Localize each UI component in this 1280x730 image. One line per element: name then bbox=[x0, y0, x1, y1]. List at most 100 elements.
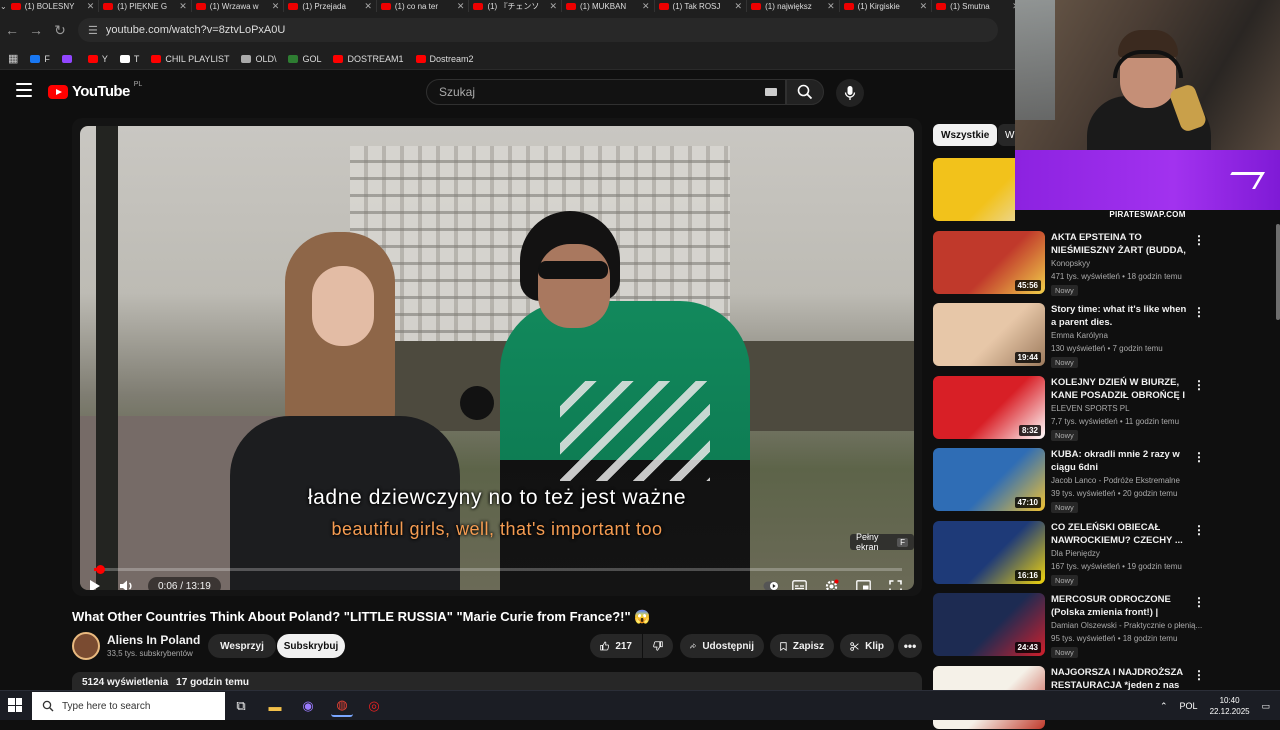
discord-icon[interactable]: ◉ bbox=[297, 695, 319, 717]
more-vertical-icon[interactable]: ⋮ bbox=[1193, 668, 1205, 682]
close-tab-icon[interactable]: ✕ bbox=[642, 1, 650, 12]
dislike-button[interactable] bbox=[643, 634, 673, 658]
close-tab-icon[interactable]: ✕ bbox=[549, 1, 557, 12]
play-button[interactable] bbox=[84, 575, 106, 590]
recommendation-channel[interactable]: Konopskyy bbox=[1051, 259, 1090, 268]
subscribe-button[interactable]: Subskrybuj bbox=[277, 634, 345, 658]
browser-tab[interactable]: (1) Kirgiskie ✕ bbox=[840, 0, 933, 12]
sidebar-scrollbar[interactable] bbox=[1276, 224, 1280, 320]
browser-tab[interactable]: (1) BOLESNY ✕ bbox=[7, 0, 100, 12]
notification-icon[interactable]: ▭ bbox=[1262, 701, 1271, 712]
youtube-logo[interactable]: YouTube PL bbox=[48, 81, 142, 100]
address-bar[interactable]: ☰ youtube.com/watch?v=8ztvLoPxA0U bbox=[78, 18, 998, 42]
recommendation-item[interactable]: 8:32 KOLEJNY DZIEŃ W BIURZE, KANE POSADZI… bbox=[933, 375, 1205, 441]
forward-icon[interactable]: → bbox=[24, 18, 48, 42]
apps-grid-icon[interactable]: ▦ bbox=[8, 52, 18, 65]
recommendation-channel[interactable]: Damian Olszewski - Praktycznie o płenią.… bbox=[1051, 621, 1202, 630]
chrome-icon[interactable]: ◍ bbox=[331, 695, 353, 717]
windows-start-icon[interactable] bbox=[8, 698, 22, 712]
like-button[interactable]: 217 bbox=[590, 634, 642, 658]
recommendation-channel[interactable]: ELEVEN SPORTS PL bbox=[1051, 404, 1130, 413]
recommendation-item[interactable]: 16:16 CO ZELEŃSKI OBIECAŁ NAWROCKIEMU? CZ… bbox=[933, 520, 1205, 586]
keyboard-icon[interactable] bbox=[765, 88, 777, 96]
close-tab-icon[interactable]: ✕ bbox=[827, 1, 835, 12]
close-tab-icon[interactable]: ✕ bbox=[457, 1, 465, 12]
progress-bar[interactable] bbox=[94, 565, 902, 574]
recommendation-title[interactable]: KUBA: okradli mnie 2 razy w ciągu 6dni bbox=[1051, 448, 1189, 474]
search-button[interactable] bbox=[786, 79, 824, 105]
reload-icon[interactable]: ↻ bbox=[48, 18, 72, 42]
browser-tab[interactable]: (1) Wrzawa w ✕ bbox=[192, 0, 285, 12]
fullscreen-button[interactable] bbox=[884, 575, 906, 590]
voice-search-button[interactable] bbox=[836, 79, 864, 107]
video-thumbnail[interactable]: 8:32 bbox=[933, 375, 1045, 439]
browser-tab[interactable]: (1) Przejada ✕ bbox=[284, 0, 377, 12]
recommendation-item[interactable]: 45:56 AKTA EPSTEINA TO NIEŚMIESZNY ŻART (… bbox=[933, 230, 1205, 296]
more-vertical-icon[interactable]: ⋮ bbox=[1193, 233, 1205, 247]
browser-tab[interactable]: (1) MUKBAN ✕ bbox=[562, 0, 655, 12]
bookmark-item[interactable] bbox=[61, 54, 76, 63]
video-thumbnail[interactable]: 45:56 bbox=[933, 230, 1045, 294]
save-button[interactable]: Zapisz bbox=[770, 634, 834, 658]
recommendation-item[interactable]: 24:43 MERCOSUR ODROCZONE (Polska zmienia … bbox=[933, 593, 1205, 658]
video-thumbnail[interactable]: 47:10 bbox=[933, 448, 1045, 511]
miniplayer-button[interactable] bbox=[852, 575, 874, 590]
browser-tab[interactable]: (1) co na ter ✕ bbox=[377, 0, 470, 12]
autoplay-toggle[interactable] bbox=[760, 575, 782, 590]
back-icon[interactable]: ← bbox=[0, 18, 24, 42]
more-vertical-icon[interactable]: ⋮ bbox=[1193, 305, 1205, 319]
bookmark-item[interactable]: T bbox=[119, 54, 139, 64]
browser-tab[interactable]: (1) 『チェンソー ✕ bbox=[469, 0, 562, 12]
chip-all[interactable]: Wszystkie bbox=[933, 124, 998, 146]
video-thumbnail[interactable]: 19:44 bbox=[933, 303, 1045, 366]
bookmark-item[interactable]: CHIL PLAYLIST bbox=[151, 54, 229, 64]
more-vertical-icon[interactable]: ⋮ bbox=[1193, 378, 1205, 392]
recommendation-item[interactable]: 47:10 KUBA: okradli mnie 2 razy w ciągu 6… bbox=[933, 448, 1205, 513]
recommendation-channel[interactable]: Jacob Lanco - Podróże Ekstremalne bbox=[1051, 476, 1180, 485]
recommendation-title[interactable]: AKTA EPSTEINA TO NIEŚMIESZNY ŻART (BUDDA… bbox=[1051, 231, 1189, 257]
recommendation-title[interactable]: MERCOSUR ODROCZONE (Polska zmienia front… bbox=[1051, 593, 1189, 619]
recommendation-channel[interactable]: Dla Pieniędzy bbox=[1051, 549, 1100, 558]
captions-button[interactable] bbox=[788, 575, 810, 590]
file-explorer-icon[interactable]: ▬ bbox=[264, 695, 286, 717]
video-player[interactable]: ładne dziewczyny no to też jest ważne be… bbox=[72, 118, 922, 596]
video-frame[interactable]: ładne dziewczyny no to też jest ważne be… bbox=[80, 126, 914, 590]
close-tab-icon[interactable]: ✕ bbox=[364, 1, 372, 12]
close-tab-icon[interactable]: ✕ bbox=[179, 1, 187, 12]
recommendation-title[interactable]: KOLEJNY DZIEŃ W BIURZE, KANE POSADZIŁ OB… bbox=[1051, 376, 1189, 402]
clip-button[interactable]: Klip bbox=[840, 634, 894, 658]
bookmark-item[interactable]: DOSTREAM1 bbox=[333, 54, 404, 64]
more-vertical-icon[interactable]: ⋮ bbox=[1193, 450, 1205, 464]
site-info-icon[interactable]: ☰ bbox=[88, 24, 98, 37]
bookmark-item[interactable]: GOL bbox=[288, 54, 321, 64]
clock[interactable]: 10:40 22.12.2025 bbox=[1210, 695, 1250, 717]
bookmark-item[interactable]: OLD\ bbox=[241, 54, 276, 64]
browser-tab[interactable]: (1) Smutna✕ bbox=[932, 0, 1015, 12]
more-actions-button[interactable]: ••• bbox=[898, 634, 922, 658]
more-vertical-icon[interactable]: ⋮ bbox=[1193, 523, 1205, 537]
channel-avatar[interactable] bbox=[72, 632, 100, 660]
recommendation-item[interactable]: 19:44 Story time: what it's like when a p… bbox=[933, 303, 1205, 368]
share-button[interactable]: Udostępnij bbox=[680, 634, 764, 658]
tray-chevron-icon[interactable]: ⌃ bbox=[1160, 701, 1168, 712]
browser-tab[interactable]: (1) PIĘKNE G ✕ bbox=[99, 0, 192, 12]
video-thumbnail[interactable]: 24:43 bbox=[933, 593, 1045, 656]
obs-icon[interactable]: ◎ bbox=[363, 695, 385, 717]
channel-name[interactable]: Aliens In Poland bbox=[107, 633, 200, 647]
language-indicator[interactable]: POL bbox=[1180, 701, 1198, 711]
support-button[interactable]: Wesprzyj bbox=[208, 634, 276, 658]
close-tab-icon[interactable]: ✕ bbox=[735, 1, 743, 12]
menu-icon[interactable] bbox=[16, 83, 32, 97]
recommendation-title[interactable]: CO ZELEŃSKI OBIECAŁ NAWROCKIEMU? CZECHY … bbox=[1051, 521, 1189, 547]
browser-tab[interactable]: (1) Tak ROSJ ✕ bbox=[655, 0, 748, 12]
recommendation-title[interactable]: Story time: what it's like when a parent… bbox=[1051, 303, 1189, 329]
settings-button[interactable] bbox=[820, 575, 842, 590]
bookmark-item[interactable]: Y bbox=[87, 54, 108, 64]
volume-button[interactable] bbox=[116, 575, 138, 590]
search-input[interactable]: Szukaj bbox=[426, 79, 786, 105]
bookmark-item[interactable]: F bbox=[30, 54, 50, 64]
close-tab-icon[interactable]: ✕ bbox=[272, 1, 280, 12]
taskbar-search-input[interactable]: Type here to search bbox=[32, 692, 225, 720]
recommendation-channel[interactable]: Emma Karólyna bbox=[1051, 331, 1108, 340]
recommendation-title[interactable]: NAJGORSZA I NAJDROŻSZA RESTAURACJA *jede… bbox=[1051, 666, 1189, 692]
